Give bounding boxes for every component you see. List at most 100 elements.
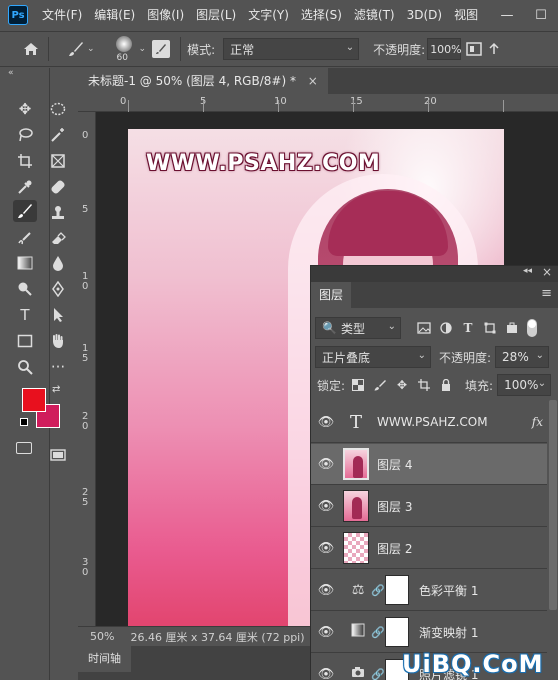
lock-transparent-icon[interactable] [349, 376, 367, 394]
link-icon[interactable]: 🔗 [371, 626, 385, 639]
mode-dropdown[interactable]: 正常 ⌄ [223, 38, 360, 60]
filter-kind-dropdown[interactable]: 🔍 类型 ⌄ [315, 317, 401, 339]
tab-layers[interactable]: 图层 [311, 282, 352, 308]
maximize-button[interactable]: ☐ [524, 0, 558, 30]
layer-mask-thumbnail[interactable] [385, 617, 409, 647]
layer-row-gradient-map[interactable]: 👁 🔗 渐变映射 1 [311, 612, 547, 653]
menu-type[interactable]: 文字(Y) [242, 0, 295, 30]
blur-tool-icon[interactable] [46, 252, 70, 274]
healing-brush-tool-icon[interactable] [46, 176, 70, 198]
visibility-eye-icon[interactable]: 👁 [311, 625, 341, 640]
default-colors-icon[interactable] [20, 418, 28, 426]
filter-adjustment-icon[interactable] [437, 319, 455, 337]
brush-tool-icon[interactable] [13, 200, 37, 222]
layer-name[interactable]: 色彩平衡 1 [419, 582, 478, 599]
dropdown-caret-icon[interactable]: ⌄ [139, 44, 147, 54]
filter-toggle-switch[interactable] [527, 319, 537, 337]
zoom-level[interactable]: 50% [90, 630, 114, 643]
crop-tool-icon[interactable] [13, 150, 37, 172]
layers-scrollbar[interactable] [549, 400, 557, 610]
layer-name[interactable]: 图层 2 [377, 540, 412, 557]
zoom-tool-icon[interactable] [13, 356, 37, 378]
magic-wand-tool-icon[interactable] [46, 124, 70, 146]
close-tab-icon[interactable]: × [308, 74, 318, 88]
layer-name[interactable]: 图层 3 [377, 498, 412, 515]
move-tool-icon[interactable]: ✥ [13, 98, 37, 120]
history-brush-tool-icon[interactable] [13, 228, 37, 250]
eraser-tool-icon[interactable] [46, 228, 70, 250]
lock-pixels-icon[interactable] [371, 376, 389, 394]
collapse-toolbar-icon[interactable]: « [8, 68, 14, 78]
eyedropper-tool-icon[interactable] [13, 176, 37, 198]
layer-name[interactable]: WWW.PSAHZ.COM [377, 415, 488, 429]
menu-3d[interactable]: 3D(D) [401, 0, 448, 30]
panel-menu-icon[interactable]: ≡ [541, 286, 552, 301]
smoothing-icon[interactable] [485, 38, 503, 60]
gradient-tool-icon[interactable] [13, 252, 37, 274]
menu-filter[interactable]: 滤镜(T) [348, 0, 401, 30]
minimize-button[interactable]: — [490, 0, 524, 30]
type-tool-icon[interactable]: T [13, 304, 37, 326]
fill-input[interactable]: 100% ⌄ [497, 374, 552, 396]
filter-shape-icon[interactable] [481, 319, 499, 337]
layer-row-layer4[interactable]: 👁 图层 4 [311, 444, 547, 485]
pen-tool-icon[interactable] [46, 278, 70, 300]
menu-file[interactable]: 文件(F) [36, 0, 88, 30]
dropdown-caret-icon[interactable]: ⌄ [87, 44, 95, 54]
lock-artboard-icon[interactable] [415, 376, 433, 394]
brush-preset-picker[interactable]: 60 [109, 34, 139, 64]
path-selection-tool-icon[interactable] [46, 304, 70, 326]
lock-all-icon[interactable] [437, 376, 455, 394]
brush-tool-icon[interactable] [65, 38, 87, 60]
collapse-panel-icon[interactable]: ◂◂ [523, 266, 532, 276]
link-icon[interactable]: 🔗 [371, 668, 385, 680]
visibility-eye-icon[interactable]: 👁 [311, 415, 341, 430]
home-icon[interactable] [20, 38, 42, 60]
more-tools-icon[interactable]: ··· [46, 356, 70, 378]
visibility-eye-icon[interactable]: 👁 [311, 541, 341, 556]
screen-mode-icon[interactable] [46, 444, 70, 466]
visibility-eye-icon[interactable]: 👁 [311, 667, 341, 680]
filter-type-icon[interactable]: T [459, 319, 477, 337]
visibility-eye-icon[interactable]: 👁 [311, 457, 341, 472]
link-icon[interactable]: 🔗 [371, 584, 385, 597]
menu-image[interactable]: 图像(I) [141, 0, 190, 30]
menu-layer[interactable]: 图层(L) [190, 0, 242, 30]
layer-name[interactable]: 渐变映射 1 [419, 624, 478, 641]
close-panel-icon[interactable]: × [542, 265, 552, 279]
menu-view[interactable]: 视图 [448, 0, 484, 30]
pressure-opacity-icon[interactable] [463, 38, 485, 60]
menu-select[interactable]: 选择(S) [295, 0, 348, 30]
layer-row-text[interactable]: 👁 T WWW.PSAHZ.COM fx [311, 402, 547, 443]
marquee-tool-icon[interactable] [46, 98, 70, 120]
lock-position-icon[interactable]: ✥ [393, 376, 411, 394]
layer-name[interactable]: 图层 4 [377, 456, 412, 473]
dodge-tool-icon[interactable] [13, 278, 37, 300]
menu-edit[interactable]: 编辑(E) [88, 0, 141, 30]
search-icon: 🔍 [322, 321, 337, 335]
blend-mode-dropdown[interactable]: 正片叠底 ⌄ [315, 346, 431, 368]
foreground-color-swatch[interactable] [22, 388, 46, 412]
quick-mask-icon[interactable] [16, 442, 32, 454]
layer-effects-icon[interactable]: fx [532, 415, 543, 429]
filter-smart-object-icon[interactable] [503, 319, 521, 337]
rectangle-tool-icon[interactable] [13, 330, 37, 352]
clone-stamp-tool-icon[interactable] [46, 202, 70, 224]
lasso-tool-icon[interactable] [13, 124, 37, 146]
layer-row-layer2[interactable]: 👁 图层 2 [311, 528, 547, 569]
frame-tool-icon[interactable] [46, 150, 70, 172]
swap-colors-icon[interactable]: ⇄ [52, 384, 60, 395]
layer-row-color-balance[interactable]: 👁 ⚖ 🔗 色彩平衡 1 [311, 570, 547, 611]
opacity-input[interactable]: 100% [427, 38, 462, 60]
layer-mask-thumbnail[interactable] [385, 575, 409, 605]
hand-tool-icon[interactable] [46, 330, 70, 352]
timeline-tab[interactable]: 时间轴 [78, 646, 131, 672]
filter-pixel-icon[interactable] [415, 319, 433, 337]
visibility-eye-icon[interactable]: 👁 [311, 499, 341, 514]
ruler-label: 2 0 [82, 411, 89, 432]
layer-opacity-input[interactable]: 28% ⌄ [495, 346, 550, 368]
brush-settings-icon[interactable] [152, 40, 171, 58]
document-tab[interactable]: 未标题-1 @ 50% (图层 4, RGB/8#) * × [78, 68, 328, 94]
layer-row-layer3[interactable]: 👁 图层 3 [311, 486, 547, 527]
visibility-eye-icon[interactable]: 👁 [311, 583, 341, 598]
